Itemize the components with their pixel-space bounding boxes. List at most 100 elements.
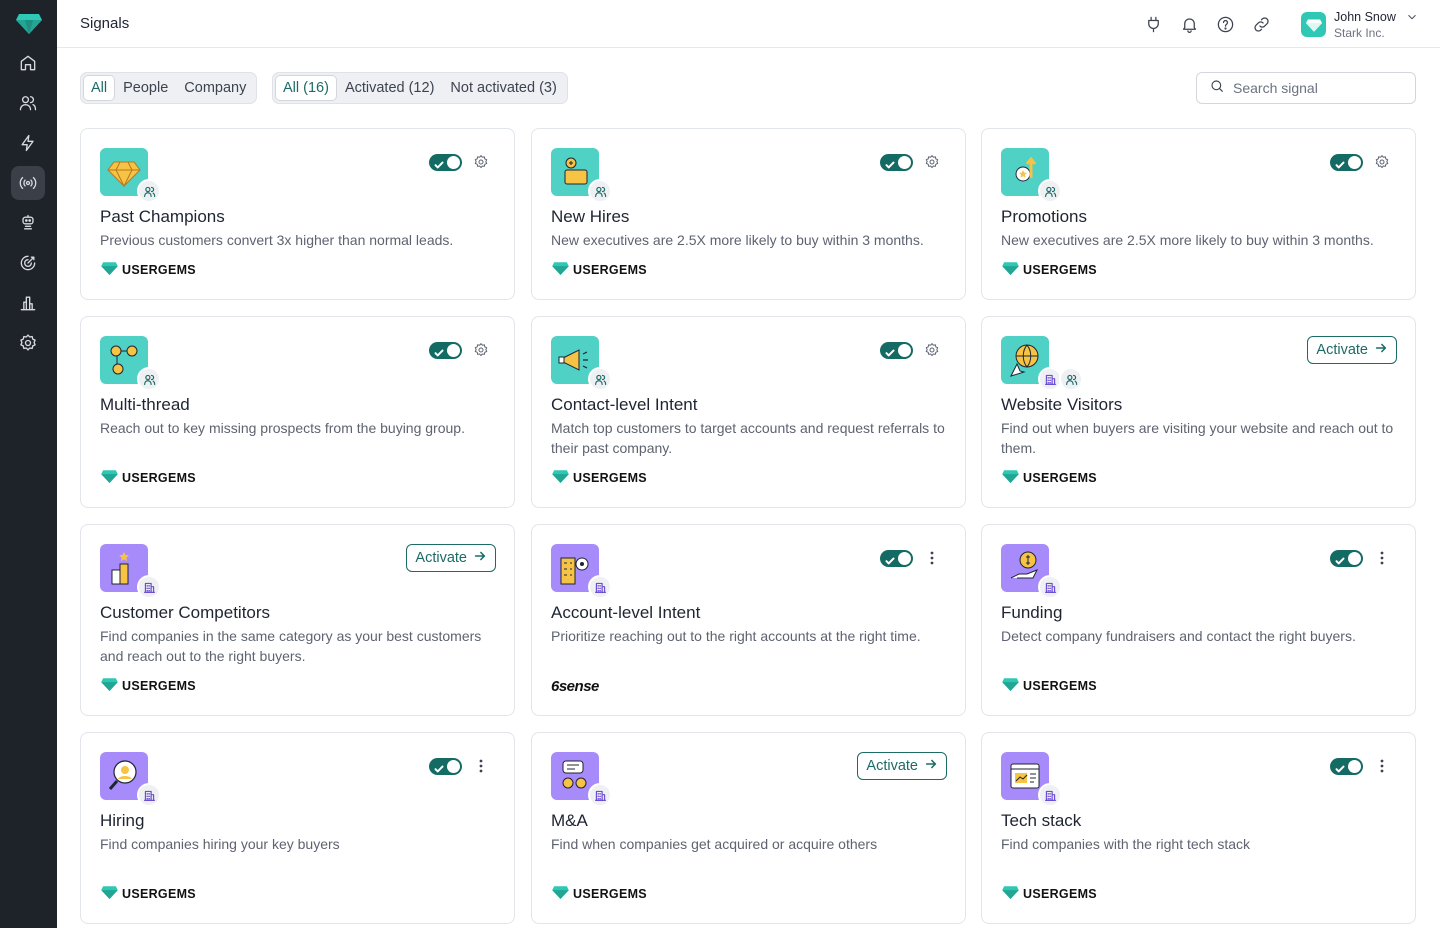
gear-icon[interactable] <box>923 153 941 171</box>
company-badge-icon <box>1038 783 1062 807</box>
settings-icon[interactable] <box>11 326 45 360</box>
signal-toggle[interactable] <box>1330 550 1363 567</box>
usergems-gem-icon <box>551 261 573 280</box>
toggle-knob <box>1348 760 1361 773</box>
signal-name: New Hires <box>551 207 630 226</box>
signal-broadcast-icon[interactable] <box>11 166 45 200</box>
gear-icon[interactable] <box>472 153 490 171</box>
signal-toggle[interactable] <box>429 154 462 171</box>
activate-button[interactable]: Activate <box>1307 336 1397 364</box>
gear-icon[interactable] <box>472 341 490 359</box>
more-options-icon[interactable] <box>923 549 941 567</box>
signal-card[interactable]: Funding Detect company fundraisers and co… <box>981 524 1416 716</box>
provider-logo: USERGEMS <box>551 469 647 488</box>
signal-card[interactable]: Account-level Intent Prioritize reaching … <box>531 524 966 716</box>
help-icon[interactable] <box>1214 13 1236 35</box>
more-options-icon[interactable] <box>1373 757 1391 775</box>
signal-toggle[interactable] <box>429 758 462 775</box>
signal-description: New executives are 2.5X more likely to b… <box>1001 232 1374 248</box>
chevron-down-icon <box>1405 10 1419 24</box>
page-title: Signals <box>80 15 130 32</box>
activate-button[interactable]: Activate <box>857 752 947 780</box>
user-menu[interactable]: John Snow Stark Inc. <box>1301 10 1421 40</box>
toggle-knob <box>447 344 460 357</box>
search-box <box>1196 72 1416 104</box>
signal-card[interactable]: New Hires New executives are 2.5X more li… <box>531 128 966 300</box>
signal-card[interactable]: M&A Find when companies get acquired or a… <box>531 732 966 924</box>
activate-label: Activate <box>415 550 467 566</box>
signal-card[interactable]: Hiring Find companies hiring your key buy… <box>80 732 515 924</box>
filter-not-activated[interactable]: Not activated (3) <box>442 75 564 101</box>
activate-button[interactable]: Activate <box>406 544 496 572</box>
toggle-knob <box>447 760 460 773</box>
home-icon[interactable] <box>11 46 45 80</box>
provider-name: USERGEMS <box>1023 679 1097 693</box>
signal-card[interactable]: Contact-level Intent Match top customers … <box>531 316 966 508</box>
person-badge-icon <box>588 367 612 391</box>
provider-name: USERGEMS <box>573 887 647 901</box>
signal-toggle[interactable] <box>1330 154 1363 171</box>
robot-icon[interactable] <box>11 206 45 240</box>
company-badge-icon <box>588 575 612 599</box>
check-icon <box>1335 761 1345 773</box>
filter-people[interactable]: People <box>115 75 176 101</box>
signal-description: Previous customers convert 3x higher tha… <box>100 232 454 248</box>
signal-name: M&A <box>551 811 588 830</box>
provider-name: USERGEMS <box>573 263 647 277</box>
signal-description: Find companies with the right tech stack <box>1001 836 1251 852</box>
signal-toggle[interactable] <box>880 550 913 567</box>
target-icon[interactable] <box>11 246 45 280</box>
filter-company[interactable]: Company <box>176 75 254 101</box>
people-icon[interactable] <box>11 86 45 120</box>
provider-logo: USERGEMS <box>100 677 196 696</box>
provider-name: USERGEMS <box>122 471 196 485</box>
signal-description: Detect company fundraisers and contact t… <box>1001 628 1356 644</box>
company-badge-icon <box>137 575 161 599</box>
provider-name: USERGEMS <box>1023 887 1097 901</box>
usergems-gem-icon <box>1001 677 1023 696</box>
company-badge-icon <box>1038 575 1062 599</box>
gear-icon[interactable] <box>923 341 941 359</box>
signal-card[interactable]: Promotions New executives are 2.5X more l… <box>981 128 1416 300</box>
analytics-icon[interactable] <box>11 286 45 320</box>
usergems-logo-icon[interactable] <box>16 12 42 34</box>
usergems-gem-icon <box>1001 469 1023 488</box>
filter-activated[interactable]: Activated (12) <box>337 75 442 101</box>
usergems-gem-icon <box>100 677 122 696</box>
activate-label: Activate <box>1316 342 1368 358</box>
plug-icon[interactable] <box>1142 13 1164 35</box>
signal-toggle[interactable] <box>880 154 913 171</box>
signal-card[interactable]: Customer Competitors Find companies in th… <box>80 524 515 716</box>
signal-card[interactable]: Tech stack Find companies with the right … <box>981 732 1416 924</box>
provider-logo: USERGEMS <box>551 261 647 280</box>
filter-all[interactable]: All <box>83 75 116 101</box>
link-icon[interactable] <box>1250 13 1272 35</box>
signal-description: Match top customers to target accounts a… <box>551 420 945 456</box>
gear-icon[interactable] <box>1373 153 1391 171</box>
provider-logo: USERGEMS <box>551 885 647 902</box>
signal-card[interactable]: Multi-thread Reach out to key missing pro… <box>80 316 515 508</box>
provider-logo: USERGEMS <box>1001 469 1097 488</box>
check-icon <box>1335 553 1345 565</box>
signal-toggle[interactable] <box>1330 758 1363 775</box>
signal-card[interactable]: Website Visitors Find out when buyers are… <box>981 316 1416 508</box>
signal-toggle[interactable] <box>880 342 913 359</box>
usergems-gem-icon <box>551 469 573 488</box>
bell-icon[interactable] <box>1178 13 1200 35</box>
more-options-icon[interactable] <box>472 757 490 775</box>
avatar <box>1301 12 1326 37</box>
signal-toggle[interactable] <box>429 342 462 359</box>
filter-status-all[interactable]: All (16) <box>275 75 337 101</box>
signal-name: Promotions <box>1001 207 1087 226</box>
status-filter: All (16) Activated (12) Not activated (3… <box>272 72 568 104</box>
top-header: Signals John Snow Stark Inc. <box>57 0 1440 48</box>
signal-card[interactable]: Past Champions Previous customers convert… <box>80 128 515 300</box>
provider-logo: USERGEMS <box>1001 677 1097 696</box>
arrow-right-icon <box>918 757 938 775</box>
more-options-icon[interactable] <box>1373 549 1391 567</box>
lightning-icon[interactable] <box>11 126 45 160</box>
search-icon <box>1209 78 1225 99</box>
usergems-gem-icon <box>100 885 122 904</box>
search-input[interactable] <box>1233 80 1403 96</box>
user-name: John Snow <box>1334 10 1396 24</box>
